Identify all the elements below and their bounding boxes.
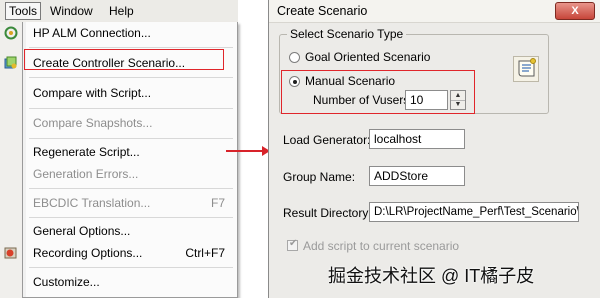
menu-item-generation-errors: Generation Errors... — [23, 163, 237, 185]
menu-item-label: General Options... — [33, 224, 131, 238]
connector-arrow-line — [226, 150, 266, 152]
menu-separator — [29, 188, 233, 189]
menu-item-shortcut: F7 — [210, 196, 225, 210]
menu-bar: Tools Window Help — [0, 0, 238, 23]
controller-scenario-icon — [4, 56, 17, 69]
menu-item-compare-snapshots: Compare Snapshots... — [23, 112, 237, 134]
group-name-label: Group Name: — [283, 170, 356, 184]
menu-item-customize[interactable]: Customize... — [23, 271, 237, 293]
toolbar-strip — [0, 22, 22, 298]
menu-separator — [29, 77, 233, 78]
menu-separator — [29, 138, 233, 139]
add-script-checkbox: ✔ — [287, 238, 298, 251]
manual-scenario-radio[interactable] — [289, 76, 300, 87]
menu-separator — [29, 47, 233, 48]
scenario-type-legend: Select Scenario Type — [287, 28, 407, 41]
vusers-input[interactable]: 10 — [405, 90, 448, 110]
menu-item-label: Regenerate Script... — [33, 145, 140, 159]
dialog-titlebar: Create Scenario X — [269, 0, 600, 23]
menu-item-shortcut: Ctrl+F7 — [185, 246, 225, 260]
menu-item-label: Create Controller Scenario... — [33, 56, 186, 70]
manual-scenario-label: Manual Scenario — [305, 74, 396, 88]
menu-item-label: Recording Options... — [33, 246, 143, 260]
tools-dropdown-menu: HP ALM Connection... Create Controller S… — [22, 22, 238, 298]
menu-item-create-controller-scenario[interactable]: Create Controller Scenario... — [23, 52, 237, 74]
scenario-scroll-icon — [513, 56, 539, 82]
result-directory-label: Result Directory: — [283, 206, 372, 220]
checkmark-icon: ✔ — [289, 238, 298, 249]
dialog-title: Create Scenario — [277, 4, 368, 18]
menu-tools[interactable]: Tools — [5, 2, 42, 20]
menu-separator — [29, 217, 233, 218]
menu-item-recording-options[interactable]: Recording Options... Ctrl+F7 — [23, 242, 237, 264]
menu-item-hp-alm-connection[interactable]: HP ALM Connection... — [23, 22, 237, 44]
radio-selected-dot — [292, 79, 297, 84]
create-scenario-dialog: Create Scenario X Select Scenario Type G… — [268, 0, 600, 298]
vusers-label: Number of Vusers: — [313, 93, 413, 107]
menu-item-label: Customize... — [33, 275, 100, 289]
menu-separator — [29, 267, 233, 268]
menu-help[interactable]: Help — [106, 3, 137, 19]
group-name-input[interactable]: ADDStore — [369, 166, 465, 186]
menu-separator — [29, 108, 233, 109]
alm-connection-icon — [4, 26, 18, 40]
menu-item-label: Generation Errors... — [33, 167, 139, 181]
menu-item-label: Compare with Script... — [33, 86, 152, 100]
stepper-down-icon[interactable]: ▼ — [451, 100, 465, 109]
menu-window[interactable]: Window — [47, 3, 96, 19]
goal-oriented-radio[interactable] — [289, 52, 300, 63]
load-generator-label: Load Generator: — [283, 133, 371, 147]
goal-oriented-label: Goal Oriented Scenario — [305, 50, 431, 64]
menu-item-compare-with-script[interactable]: Compare with Script... — [23, 82, 237, 104]
menu-item-ebcdic-translation: EBCDIC Translation... F7 — [23, 192, 237, 214]
watermark-text: 掘金技术社区 @ IT橘子皮 — [328, 266, 535, 286]
result-directory-input[interactable]: D:\LR\ProjectName_Perf\Test_Scenario\A — [369, 202, 579, 222]
add-script-label: Add script to current scenario — [303, 239, 460, 253]
close-button[interactable]: X — [555, 2, 595, 20]
vusers-stepper[interactable]: ▲ ▼ — [450, 90, 466, 110]
menu-item-label: HP ALM Connection... — [33, 26, 151, 40]
menu-item-regenerate-script[interactable]: Regenerate Script... — [23, 141, 237, 163]
recording-options-icon — [4, 247, 17, 259]
menu-item-label: Compare Snapshots... — [33, 116, 153, 130]
load-generator-input[interactable]: localhost — [369, 129, 465, 149]
menu-item-general-options[interactable]: General Options... — [23, 220, 237, 242]
menu-item-label: EBCDIC Translation... — [33, 196, 151, 210]
